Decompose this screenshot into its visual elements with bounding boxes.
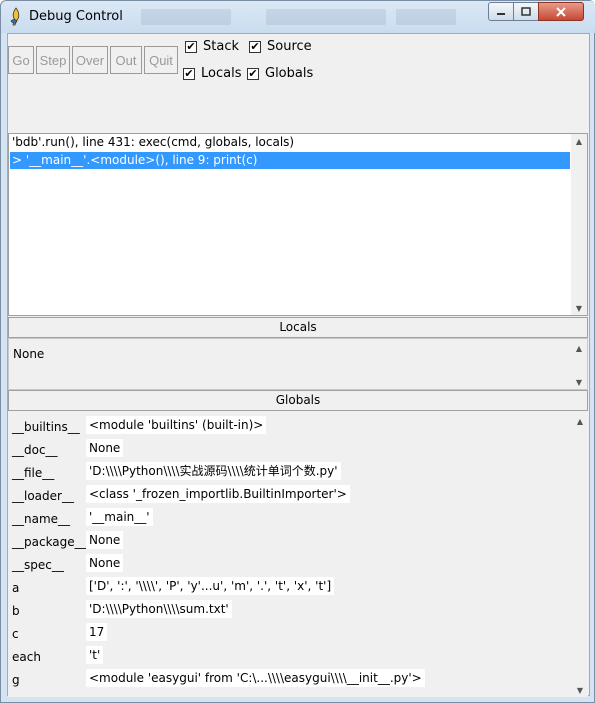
scroll-down-icon[interactable]: ▼ bbox=[572, 683, 588, 697]
variable-value[interactable]: <module 'builtins' (built-in)> bbox=[86, 416, 267, 434]
variable-value[interactable]: None bbox=[86, 531, 124, 549]
variable-name: c bbox=[12, 627, 19, 641]
variable-value[interactable]: None bbox=[86, 439, 124, 457]
go-button[interactable]: Go bbox=[8, 46, 34, 74]
locals-panel: None ▲ ▼ bbox=[8, 338, 588, 390]
variable-name: __package__ bbox=[12, 535, 87, 549]
minimize-button[interactable] bbox=[488, 2, 514, 21]
variable-name: each bbox=[12, 650, 41, 664]
scroll-down-icon[interactable]: ▼ bbox=[571, 375, 587, 389]
variable-value[interactable]: 't' bbox=[86, 646, 104, 664]
globals-panel: __builtins__ <module 'builtins' (built-i… bbox=[8, 412, 588, 697]
variable-name: __builtins__ bbox=[12, 420, 80, 434]
window-title: Debug Control bbox=[29, 9, 123, 24]
stack-listbox[interactable]: 'bdb'.run(), line 431: exec(cmd, globals… bbox=[8, 133, 588, 316]
stack-checkbox-label: Stack bbox=[203, 39, 239, 54]
globals-scrollbar[interactable]: ▲ ▼ bbox=[572, 412, 588, 697]
quit-button[interactable]: Quit bbox=[144, 46, 178, 74]
variable-name: __file__ bbox=[12, 466, 55, 480]
global-variable-row: g <module 'easygui' from 'C:\...\\\\easy… bbox=[8, 668, 571, 691]
globals-header: Globals bbox=[8, 390, 588, 411]
step-button[interactable]: Step bbox=[36, 46, 70, 74]
variable-name: __spec__ bbox=[12, 558, 64, 572]
variable-name: g bbox=[12, 673, 20, 687]
debugger-panel: Go Step Over Out Quit ✔ Stack ✔ Source ✔… bbox=[7, 33, 590, 697]
variable-value[interactable]: ['D', ':', '\\\\', 'P', 'y'...u', 'm', '… bbox=[86, 577, 335, 595]
globals-checkbox[interactable]: ✔ Globals bbox=[247, 66, 313, 81]
background-blur bbox=[141, 9, 231, 25]
global-variable-row: __loader__ <class '_frozen_importlib.Bui… bbox=[8, 484, 571, 507]
variable-value[interactable]: 'D:\\\\Python\\\\sum.txt' bbox=[86, 600, 232, 618]
out-button[interactable]: Out bbox=[110, 46, 142, 74]
stack-checkbox[interactable]: ✔ Stack bbox=[185, 39, 239, 54]
variable-value[interactable]: <class '_frozen_importlib.BuiltinImporte… bbox=[86, 485, 350, 503]
stack-frame-row-selected[interactable]: > '__main__'.<module>(), line 9: print(c… bbox=[10, 152, 570, 169]
global-variable-row: __package__ None bbox=[8, 530, 571, 553]
variable-name: __loader__ bbox=[12, 489, 74, 503]
background-blur bbox=[396, 9, 456, 25]
global-variable-row: __name__ '__main__' bbox=[8, 507, 571, 530]
variable-name: b bbox=[12, 604, 20, 618]
global-variable-row: each 't' bbox=[8, 645, 571, 668]
checkbox-check-icon: ✔ bbox=[185, 40, 197, 53]
scroll-down-icon[interactable]: ▼ bbox=[571, 301, 587, 315]
scroll-up-icon[interactable]: ▲ bbox=[571, 341, 587, 355]
close-icon bbox=[556, 6, 566, 17]
global-variable-row: __file__ 'D:\\\\Python\\\\实战源码\\\\统计单词个数… bbox=[8, 461, 571, 484]
locals-checkbox[interactable]: ✔ Locals bbox=[183, 66, 241, 81]
variable-value[interactable]: <module 'easygui' from 'C:\...\\\\easygu… bbox=[86, 669, 425, 687]
variable-value[interactable]: '__main__' bbox=[86, 508, 153, 526]
scroll-up-icon[interactable]: ▲ bbox=[571, 134, 587, 148]
over-button[interactable]: Over bbox=[72, 46, 108, 74]
global-variable-row: b 'D:\\\\Python\\\\sum.txt' bbox=[8, 599, 571, 622]
variable-value[interactable]: 17 bbox=[86, 623, 108, 641]
locals-header: Locals bbox=[8, 317, 588, 338]
global-variable-row: __doc__ None bbox=[8, 438, 571, 461]
variable-value[interactable]: 'D:\\\\Python\\\\实战源码\\\\统计单词个数.py' bbox=[86, 462, 341, 480]
background-blur bbox=[266, 9, 386, 25]
globals-checkbox-label: Globals bbox=[265, 66, 314, 81]
variable-name: a bbox=[12, 581, 20, 595]
debug-control-window: Debug Control Go Step Over Out Quit ✔ St… bbox=[0, 0, 595, 703]
global-variable-row: __spec__ None bbox=[8, 553, 571, 576]
title-bar[interactable]: Debug Control bbox=[1, 1, 595, 33]
global-variable-row: c 17 bbox=[8, 622, 571, 645]
locals-checkbox-label: Locals bbox=[201, 66, 242, 81]
maximize-button[interactable] bbox=[513, 2, 539, 21]
source-checkbox[interactable]: ✔ Source bbox=[249, 39, 312, 54]
python-feather-icon bbox=[10, 7, 20, 26]
variable-name: __name__ bbox=[12, 512, 71, 526]
locals-scrollbar[interactable]: ▲ ▼ bbox=[571, 339, 587, 389]
stack-frame-row[interactable]: 'bdb'.run(), line 431: exec(cmd, globals… bbox=[10, 134, 570, 151]
minimize-icon bbox=[497, 12, 505, 15]
checkbox-check-icon: ✔ bbox=[247, 67, 259, 80]
global-variable-row: a ['D', ':', '\\\\', 'P', 'y'...u', 'm',… bbox=[8, 576, 571, 599]
maximize-icon bbox=[521, 7, 531, 16]
scroll-up-icon[interactable]: ▲ bbox=[572, 414, 588, 428]
source-checkbox-label: Source bbox=[267, 39, 312, 54]
stack-scrollbar[interactable]: ▲ ▼ bbox=[571, 134, 587, 315]
locals-value: None bbox=[13, 347, 45, 361]
variable-name: __doc__ bbox=[12, 443, 58, 457]
checkbox-check-icon: ✔ bbox=[183, 67, 195, 80]
close-button[interactable] bbox=[538, 2, 584, 21]
variable-value[interactable]: None bbox=[86, 554, 124, 572]
checkbox-check-icon: ✔ bbox=[249, 40, 261, 53]
global-variable-row: __builtins__ <module 'builtins' (built-i… bbox=[8, 415, 571, 438]
